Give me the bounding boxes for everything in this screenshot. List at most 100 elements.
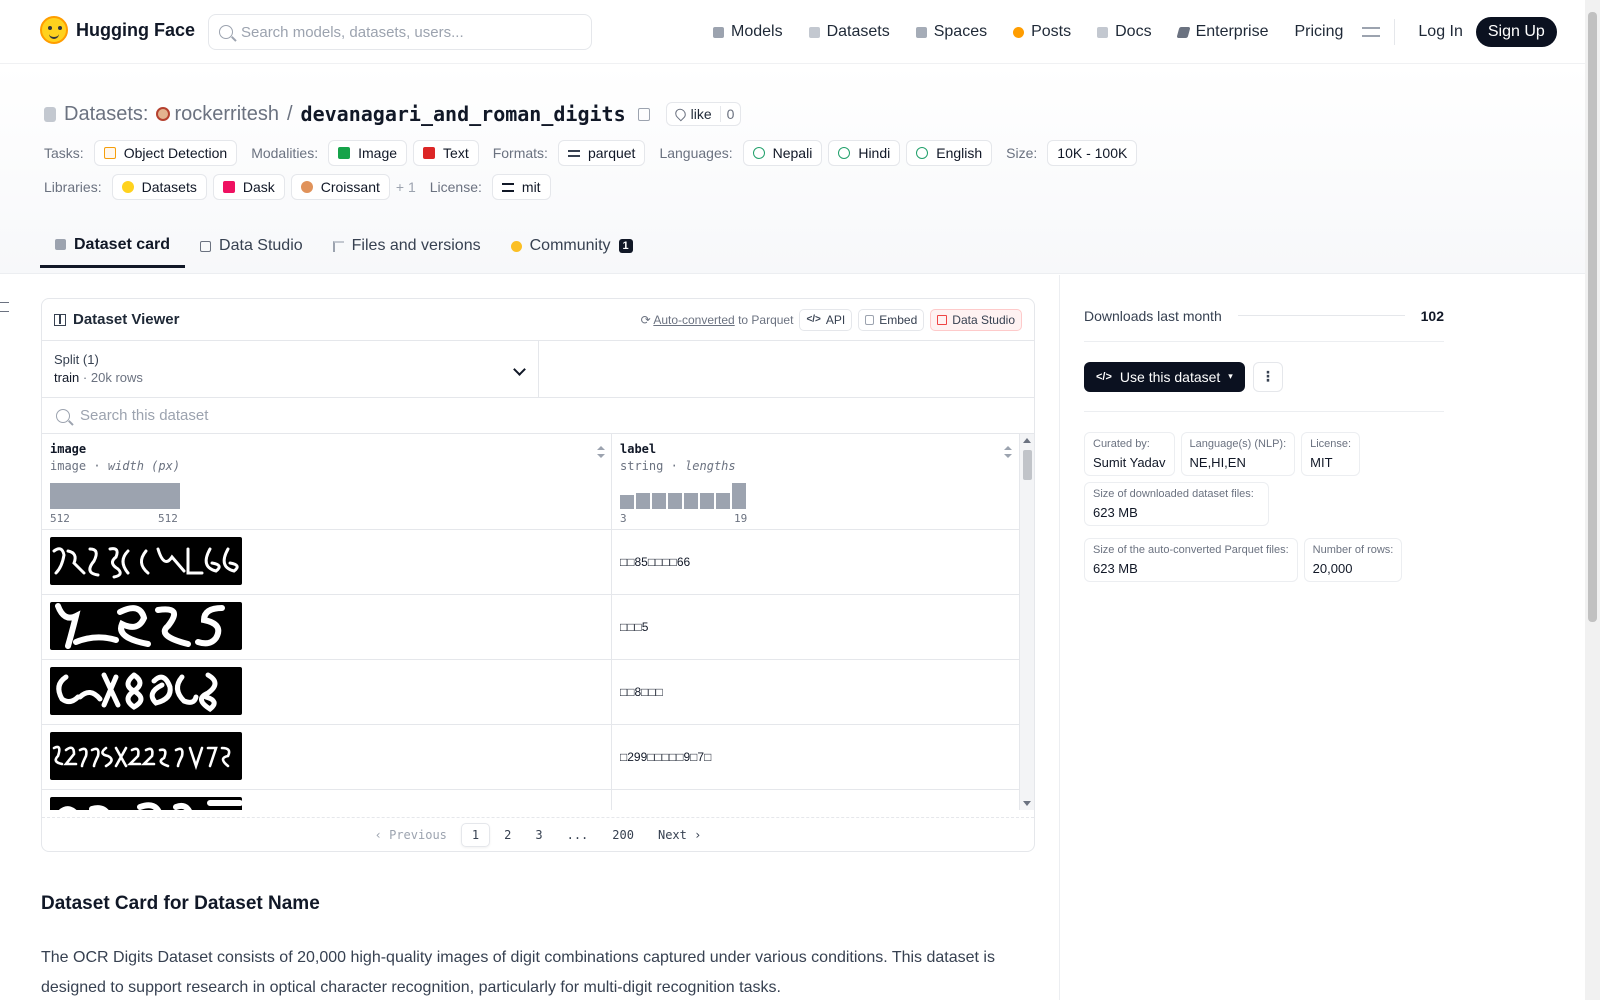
histogram-bar[interactable]	[652, 493, 666, 509]
histogram-bar[interactable]	[716, 493, 730, 509]
nav-datasets[interactable]: Datasets	[796, 16, 903, 48]
global-search-input[interactable]: Search models, datasets, users...	[208, 14, 592, 50]
data-studio-button[interactable]: Data Studio	[930, 308, 1022, 331]
tag-license-mit[interactable]: mit	[491, 174, 551, 200]
next-page-button[interactable]: Next ›	[648, 824, 711, 846]
sidebar-toggle-icon[interactable]	[0, 302, 9, 312]
tag-english[interactable]: English	[906, 140, 993, 166]
more-options-button[interactable]: ⋮	[1252, 361, 1283, 392]
sort-icon[interactable]	[597, 446, 605, 458]
tag-group-formats: Formats: parquet	[493, 140, 646, 166]
histogram-bar[interactable]	[700, 493, 714, 509]
histogram-bar[interactable]	[50, 483, 180, 509]
nav-models[interactable]: Models	[700, 16, 796, 48]
tag-nepali[interactable]: Nepali	[742, 140, 823, 166]
repo-type[interactable]: Datasets:	[64, 103, 148, 126]
image-cell[interactable]	[42, 595, 612, 659]
repo-owner[interactable]: rockerritesh	[156, 103, 279, 126]
histogram-bar[interactable]	[668, 493, 682, 509]
card-description: The OCR Digits Dataset consists of 20,00…	[41, 949, 995, 996]
copy-icon[interactable]	[637, 107, 650, 121]
tag-dask[interactable]: Dask	[212, 174, 285, 200]
croissant-icon	[300, 181, 313, 193]
label-cell[interactable]	[612, 790, 1034, 810]
auto-converted-link[interactable]: Auto-converted	[653, 313, 734, 327]
viewer-actions: ⟳ Auto-converted to Parquet </> API Embed…	[641, 308, 1022, 331]
scroll-up-icon[interactable]	[1023, 438, 1031, 443]
hf-logo[interactable]: Hugging Face	[40, 16, 195, 44]
nav-pricing[interactable]: Pricing	[1281, 16, 1356, 48]
histogram-bar[interactable]	[636, 493, 650, 509]
table-row[interactable]: □□8□□□	[42, 660, 1034, 725]
embed-button[interactable]: Embed	[858, 308, 925, 331]
use-dataset-button[interactable]: </> Use this dataset ▾	[1084, 361, 1245, 392]
table-row[interactable]	[42, 790, 1034, 810]
page-scrollbar-thumb[interactable]	[1588, 12, 1597, 622]
api-button[interactable]: </> API	[799, 308, 853, 331]
histogram-bar[interactable]	[732, 483, 746, 509]
sort-icon[interactable]	[1004, 446, 1012, 458]
nav-posts[interactable]: Posts	[1000, 16, 1084, 48]
table-row[interactable]: □299□□□□□9□7□	[42, 725, 1034, 790]
table-scrollbar[interactable]	[1019, 434, 1034, 810]
card-heading: Dataset Card for Dataset Name	[41, 893, 320, 914]
tag-object-detection[interactable]: Object Detection	[93, 140, 238, 166]
histogram-bar[interactable]	[684, 493, 698, 509]
image-cell[interactable]	[42, 660, 612, 724]
nav-label: Docs	[1115, 23, 1152, 40]
tag-image[interactable]: Image	[328, 140, 408, 166]
table-icon	[200, 240, 212, 252]
previous-page-button[interactable]: ‹ Previous	[365, 824, 457, 846]
hf-icon	[121, 181, 134, 193]
tag-datasets-lib[interactable]: Datasets	[111, 174, 207, 200]
meta-key: License:	[1310, 438, 1352, 450]
repo-name[interactable]: devanagari_and_roman_digits	[301, 102, 626, 126]
dataset-search-input[interactable]: Search this dataset	[42, 398, 1034, 434]
like-button[interactable]: like 0	[665, 102, 742, 126]
tab-community[interactable]: Community 1	[496, 224, 648, 268]
split-selector[interactable]: Split (1) train · 20k rows	[42, 341, 539, 397]
login-link[interactable]: Log In	[1405, 16, 1475, 48]
column-name: label	[620, 442, 657, 456]
tag-parquet[interactable]: parquet	[557, 140, 646, 166]
page-scrollbar[interactable]	[1585, 0, 1600, 1000]
next-label: Next	[657, 827, 687, 842]
tab-dataset-card[interactable]: Dataset card	[40, 224, 186, 268]
tag-group-tasks: Tasks: Object Detection	[44, 140, 238, 166]
tag-croissant[interactable]: Croissant	[290, 174, 390, 200]
nav-docs[interactable]: Docs	[1084, 16, 1164, 48]
histogram-bar[interactable]	[620, 495, 634, 509]
nav-enterprise[interactable]: Enterprise	[1165, 16, 1282, 48]
posts-icon	[1013, 26, 1025, 38]
table-row[interactable]: □□□5	[42, 595, 1034, 660]
image-cell[interactable]	[42, 530, 612, 594]
page-3-button[interactable]: 3	[525, 824, 552, 846]
page-1-button[interactable]: 1	[460, 822, 491, 847]
label-cell[interactable]: □299□□□□□9□7□	[612, 725, 1034, 789]
scroll-down-icon[interactable]	[1023, 801, 1031, 806]
table-row[interactable]: □□85□□□□66	[42, 530, 1034, 595]
meta-key: Curated by:	[1093, 438, 1150, 450]
column-header-image[interactable]: image image · width (px) 512 512	[42, 434, 612, 529]
tag-hindi[interactable]: Hindi	[828, 140, 901, 166]
label-cell[interactable]: □□85□□□□66	[612, 530, 1034, 594]
image-cell[interactable]	[42, 790, 612, 810]
label-cell[interactable]: □□8□□□	[612, 660, 1034, 724]
page-200-button[interactable]: 200	[602, 824, 644, 846]
nav-spaces[interactable]: Spaces	[903, 16, 1000, 48]
license-icon	[501, 182, 514, 192]
scrollbar-thumb[interactable]	[1023, 450, 1032, 480]
tab-files[interactable]: Files and versions	[318, 224, 496, 268]
image-cell[interactable]	[42, 725, 612, 789]
tag-text[interactable]: Text	[413, 140, 479, 166]
split-name: train	[54, 370, 80, 385]
more-menu-icon[interactable]	[1362, 27, 1381, 37]
page-2-button[interactable]: 2	[494, 824, 521, 846]
cube-icon	[713, 26, 724, 38]
tab-data-studio[interactable]: Data Studio	[185, 224, 318, 268]
more-libraries[interactable]: + 1	[396, 179, 416, 195]
label-cell[interactable]: □□□5	[612, 595, 1034, 659]
column-header-label[interactable]: label string · lengths 3 19	[612, 434, 1034, 529]
tag-size[interactable]: 10K - 100K	[1047, 140, 1138, 166]
signup-button[interactable]: Sign Up	[1475, 17, 1557, 47]
